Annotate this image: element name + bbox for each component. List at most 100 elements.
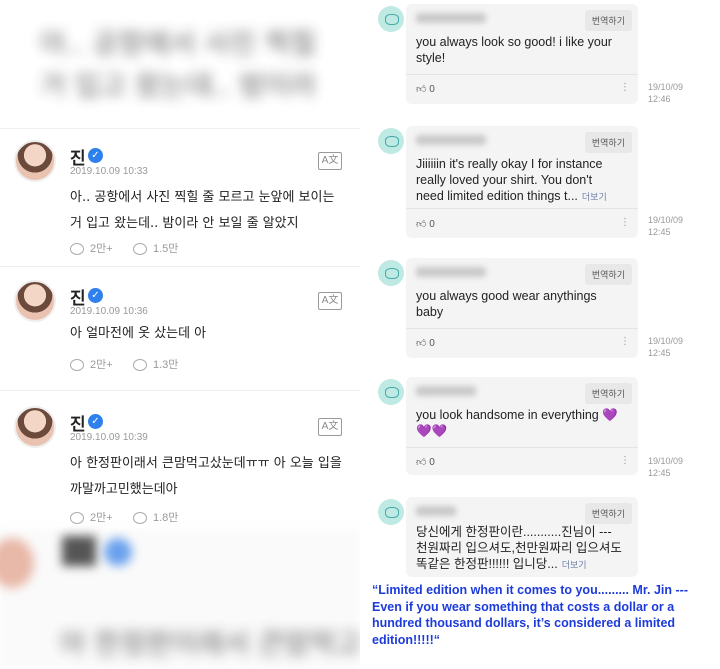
timestamp-time: 12:46 (648, 94, 671, 104)
divider (0, 266, 360, 267)
comment-bubble: 번역하기 Jiiiiiin it's really okay I for ins… (406, 126, 638, 238)
like-count: 0 (429, 219, 435, 230)
like-count[interactable]: 2만+ (70, 509, 113, 525)
comment-username-blurred (416, 13, 486, 23)
comment-count-value: 1.3만 (153, 359, 179, 371)
avatar[interactable] (14, 406, 56, 448)
timestamp-time: 12:45 (648, 348, 671, 358)
comment-bubble: 번역하기 you always look so good! i like you… (406, 4, 638, 104)
like-icon (70, 243, 84, 256)
more-options-icon[interactable]: ⋮ (620, 455, 630, 466)
comment-count[interactable]: 1.8만 (133, 509, 178, 525)
comment-bubble: 번역하기 당신에게 한정판이란...........진님이 --- 천원짜리 입… (406, 497, 638, 577)
post-text: 아.. 공항에서 사진 찍힐 줄 모르고 눈앞에 보이는 거 입고 왔는데.. … (70, 190, 335, 231)
like-count[interactable]: 2만+ (70, 240, 113, 256)
more-link[interactable]: 더보기 (562, 560, 587, 570)
divider (0, 390, 360, 391)
like-count-value: 2만+ (90, 243, 113, 255)
post-date: 2019.10.09 10:33 (70, 166, 148, 177)
like-count: 0 (429, 457, 435, 468)
avatar[interactable] (378, 499, 404, 525)
post-text: 아 한정판이래서 큰맘먹고샀눈데ㅠㅠ 아 오늘 입을까말까고민했는데아 (70, 456, 342, 497)
blurred-post-text-bottom: 아 한정판이래서 큰맘먹고 (60, 627, 360, 660)
like-count: 0 (429, 84, 435, 95)
translate-icon[interactable]: A文 (318, 152, 342, 170)
timestamp-time: 12:45 (648, 227, 671, 237)
blurred-name (62, 536, 96, 566)
left-feed-panel: 아.. 공항에서 사진 찍힐 거 입고 왔는데.. 밤이라 진 ✓ 2019.1… (0, 0, 360, 669)
comment-timestamp: 19/10/09 12:45 (648, 455, 683, 479)
post-date: 2019.10.09 10:36 (70, 306, 148, 317)
like-icon (70, 359, 84, 372)
avatar[interactable] (378, 379, 404, 405)
comment-text: you always look so good! i like your sty… (416, 35, 612, 65)
thumbs-up-icon: 👍︎ (416, 338, 430, 349)
divider (406, 74, 638, 75)
comment-timestamp: 19/10/09 12:45 (648, 335, 683, 359)
divider (0, 128, 360, 129)
translate-button[interactable]: 번역하기 (584, 503, 632, 524)
comment-text: you always good wear anythings baby (416, 289, 597, 319)
blurred-verified-icon (104, 538, 132, 566)
like-button[interactable]: 👍︎ 0 (416, 218, 435, 230)
timestamp-time: 12:45 (648, 468, 671, 478)
translate-icon[interactable]: A文 (318, 292, 342, 310)
verified-badge-icon: ✓ (88, 288, 103, 303)
like-count: 0 (429, 338, 435, 349)
comment-text-body: 당신에게 한정판이란...........진님이 --- 천원짜리 입으셔도,천… (416, 525, 622, 571)
comment-bubble: 번역하기 you always good wear anythings baby… (406, 258, 638, 358)
comment-text: 당신에게 한정판이란...........진님이 --- 천원짜리 입으셔도,천… (416, 524, 622, 573)
right-comments-panel: 번역하기 you always look so good! i like you… (360, 0, 720, 669)
comment-username-blurred (416, 267, 486, 277)
comment-count-value: 1.8만 (153, 512, 179, 524)
like-count[interactable]: 2만+ (70, 356, 113, 372)
post-text: 아 얼마전에 옷 샀는데 아 (70, 326, 207, 341)
more-options-icon[interactable]: ⋮ (620, 82, 630, 93)
avatar[interactable] (14, 280, 56, 322)
avatar[interactable] (378, 260, 404, 286)
like-button[interactable]: 👍︎ 0 (416, 83, 435, 95)
translate-button[interactable]: 번역하기 (584, 264, 632, 285)
like-button[interactable]: 👍︎ 0 (416, 456, 435, 468)
blurred-post-text-top-2: 거 입고 왔는데.. 밤이라 (40, 69, 317, 102)
divider (406, 447, 638, 448)
comment-icon (133, 243, 147, 256)
translate-icon[interactable]: A文 (318, 418, 342, 436)
avatar[interactable] (14, 140, 56, 182)
verified-badge-icon: ✓ (88, 148, 103, 163)
divider (406, 208, 638, 209)
blurred-post-text-top: 아.. 공항에서 사진 찍힐 (40, 27, 317, 60)
comment-count-value: 1.5만 (153, 243, 179, 255)
verified-badge-icon: ✓ (88, 414, 103, 429)
comment-count[interactable]: 1.3만 (133, 356, 178, 372)
comment-timestamp: 19/10/09 12:46 (648, 81, 683, 105)
comment-text-body: Jiiiiiin it's really okay I for instance… (416, 157, 603, 203)
comment-bubble: 번역하기 you look handsome in everything 💜💜💜… (406, 377, 638, 475)
comment-icon (133, 359, 147, 372)
comment-username-blurred (416, 135, 486, 145)
more-link[interactable]: 더보기 (582, 192, 607, 202)
timestamp-date: 19/10/09 (648, 456, 684, 466)
like-count-value: 2만+ (90, 512, 113, 524)
timestamp-date: 19/10/09 (648, 336, 684, 346)
post-date: 2019.10.09 10:39 (70, 432, 148, 443)
divider (406, 328, 638, 329)
translate-button[interactable]: 번역하기 (584, 10, 632, 31)
like-count-value: 2만+ (90, 359, 113, 371)
timestamp-date: 19/10/09 (648, 82, 684, 92)
translate-button[interactable]: 번역하기 (584, 132, 632, 153)
like-button[interactable]: 👍︎ 0 (416, 337, 435, 349)
avatar[interactable] (378, 128, 404, 154)
comment-timestamp: 19/10/09 12:45 (648, 214, 683, 238)
more-options-icon[interactable]: ⋮ (620, 336, 630, 347)
avatar[interactable] (378, 6, 404, 32)
more-options-icon[interactable]: ⋮ (620, 217, 630, 228)
comment-text: Jiiiiiin it's really okay I for instance… (416, 156, 622, 205)
thumbs-up-icon: 👍︎ (416, 457, 430, 468)
comment-icon (133, 512, 147, 525)
translate-button[interactable]: 번역하기 (584, 383, 632, 404)
thumbs-up-icon: 👍︎ (416, 219, 430, 230)
like-icon (70, 512, 84, 525)
comment-username-blurred (416, 506, 456, 516)
comment-count[interactable]: 1.5만 (133, 240, 178, 256)
